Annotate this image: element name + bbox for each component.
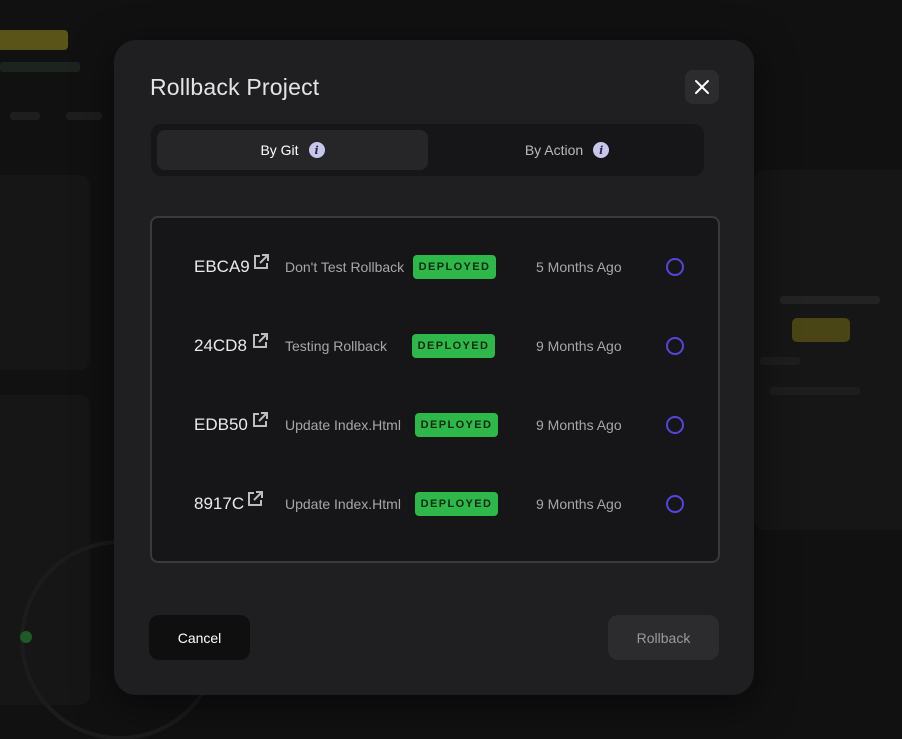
- status-badge: DEPLOYED: [415, 413, 498, 437]
- commit-message: Update Index.Html: [285, 417, 401, 433]
- rollback-modal: Rollback Project By Git i By Action i EB…: [114, 40, 754, 695]
- status-badge: DEPLOYED: [413, 255, 496, 279]
- background-text-line: [780, 296, 880, 304]
- commit-id: EBCA9: [194, 257, 250, 276]
- background-nav-item: [10, 112, 40, 120]
- commit-time: 9 Months Ago: [536, 338, 622, 354]
- external-link-icon[interactable]: [252, 253, 270, 271]
- close-icon: [695, 80, 709, 94]
- background-badge: [792, 318, 850, 342]
- commit-message: Testing Rollback: [285, 338, 387, 354]
- commit-list: EBCA9 Don't Test Rollback DEPLOYED 5 Mon…: [150, 216, 720, 563]
- select-radio[interactable]: [666, 337, 684, 355]
- background-text-line: [770, 387, 860, 395]
- commit-row[interactable]: EDB50 Update Index.Html DEPLOYED 9 Month…: [152, 405, 718, 445]
- commit-time: 9 Months Ago: [536, 496, 622, 512]
- commit-message: Update Index.Html: [285, 496, 401, 512]
- tab-bar: By Git i By Action i: [151, 124, 704, 176]
- external-link-icon[interactable]: [251, 411, 269, 429]
- info-icon[interactable]: i: [308, 142, 325, 158]
- background-nav-item: [66, 112, 102, 120]
- commit-id: EDB50: [194, 415, 248, 434]
- external-link-icon[interactable]: [251, 332, 269, 350]
- external-link-icon[interactable]: [246, 490, 264, 508]
- tab-label: By Git: [260, 142, 299, 158]
- status-badge: DEPLOYED: [415, 492, 498, 516]
- commit-id: 8917C: [194, 494, 245, 513]
- background-status-dot: [20, 631, 32, 643]
- tab-by-git[interactable]: By Git i: [157, 130, 428, 170]
- commit-row[interactable]: 8917C Update Index.Html DEPLOYED 9 Month…: [152, 484, 718, 524]
- commit-time: 5 Months Ago: [536, 259, 622, 275]
- info-icon[interactable]: i: [593, 142, 610, 158]
- select-radio[interactable]: [666, 258, 684, 276]
- commit-row[interactable]: 24CD8 Testing Rollback DEPLOYED 9 Months…: [152, 326, 718, 366]
- commit-row[interactable]: EBCA9 Don't Test Rollback DEPLOYED 5 Mon…: [152, 247, 718, 287]
- select-radio[interactable]: [666, 495, 684, 513]
- commit-id: 24CD8: [194, 336, 247, 355]
- select-radio[interactable]: [666, 416, 684, 434]
- rollback-button[interactable]: Rollback: [608, 615, 719, 660]
- background-card: [0, 175, 90, 370]
- commit-time: 9 Months Ago: [536, 417, 622, 433]
- status-badge: DEPLOYED: [412, 334, 495, 358]
- background-text-line: [760, 357, 800, 365]
- background-subtitle: [0, 62, 80, 72]
- tab-label: By Action: [524, 142, 584, 158]
- tab-by-action[interactable]: By Action i: [436, 130, 698, 170]
- cancel-button[interactable]: Cancel: [149, 615, 250, 660]
- modal-title: Rollback Project: [150, 74, 320, 100]
- background-badge: [0, 30, 68, 50]
- close-button[interactable]: [685, 70, 719, 104]
- background-card: [754, 170, 902, 530]
- commit-message: Don't Test Rollback: [285, 259, 405, 275]
